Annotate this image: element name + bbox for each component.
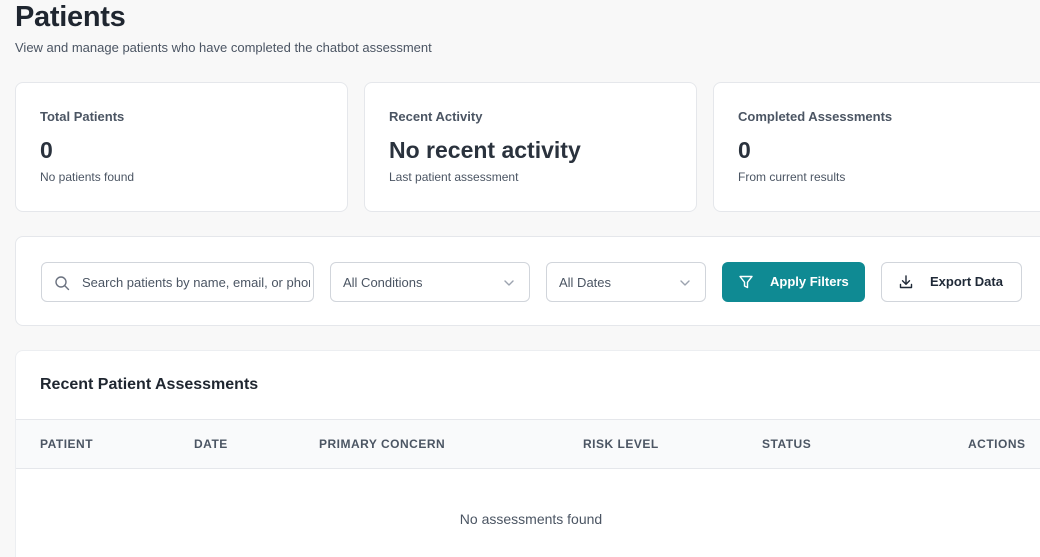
page-title: Patients xyxy=(15,1,126,33)
stat-label: Completed Assessments xyxy=(738,109,893,124)
column-header-status: STATUS xyxy=(762,437,812,451)
column-header-actions: ACTIONS xyxy=(968,437,1026,451)
stat-description: No patients found xyxy=(40,170,135,184)
stat-card-total-patients: Total Patients 0 No patients found xyxy=(15,82,348,212)
stat-card-completed-assessments: Completed Assessments 0 From current res… xyxy=(713,82,1040,212)
apply-filters-label: Apply Filters xyxy=(770,274,849,289)
chevron-down-icon xyxy=(680,280,690,286)
condition-select-value: All Conditions xyxy=(343,275,423,290)
stat-description: From current results xyxy=(738,170,846,184)
table-title: Recent Patient Assessments xyxy=(40,376,259,393)
apply-filters-button[interactable]: Apply Filters xyxy=(722,262,865,302)
column-header-risk-level: RISK LEVEL xyxy=(583,437,659,451)
stat-label: Total Patients xyxy=(40,109,125,124)
search-input[interactable] xyxy=(82,263,310,301)
chevron-down-icon xyxy=(504,280,514,286)
download-icon xyxy=(899,275,913,289)
search-icon xyxy=(55,276,70,291)
stat-value: No recent activity xyxy=(389,137,581,163)
patients-page: Patients View and manage patients who ha… xyxy=(0,0,1040,557)
stat-card-recent-activity: Recent Activity No recent activity Last … xyxy=(364,82,697,212)
filter-bar: All Conditions All Dates Apply Filters xyxy=(15,236,1040,326)
stat-value: 0 xyxy=(40,137,53,163)
column-header-date: DATE xyxy=(194,437,228,451)
export-data-button[interactable]: Export Data xyxy=(881,262,1022,302)
assessments-table-card: Recent Patient Assessments PATIENT DATE … xyxy=(15,350,1040,557)
stat-label: Recent Activity xyxy=(389,109,483,124)
column-header-primary-concern: PRIMARY CONCERN xyxy=(319,437,446,451)
search-box[interactable] xyxy=(41,262,314,302)
empty-state-message: No assessments found xyxy=(459,511,603,527)
date-select[interactable]: All Dates xyxy=(546,262,706,302)
stat-description: Last patient assessment xyxy=(389,170,519,184)
page-subtitle: View and manage patients who have comple… xyxy=(15,40,432,55)
filter-icon xyxy=(739,275,753,289)
export-data-label: Export Data xyxy=(930,274,1003,289)
column-header-patient: PATIENT xyxy=(40,437,94,451)
stat-value: 0 xyxy=(738,137,751,163)
table-header-row: PATIENT DATE PRIMARY CONCERN RISK LEVEL … xyxy=(16,419,1040,469)
condition-select[interactable]: All Conditions xyxy=(330,262,530,302)
date-select-value: All Dates xyxy=(559,275,612,290)
